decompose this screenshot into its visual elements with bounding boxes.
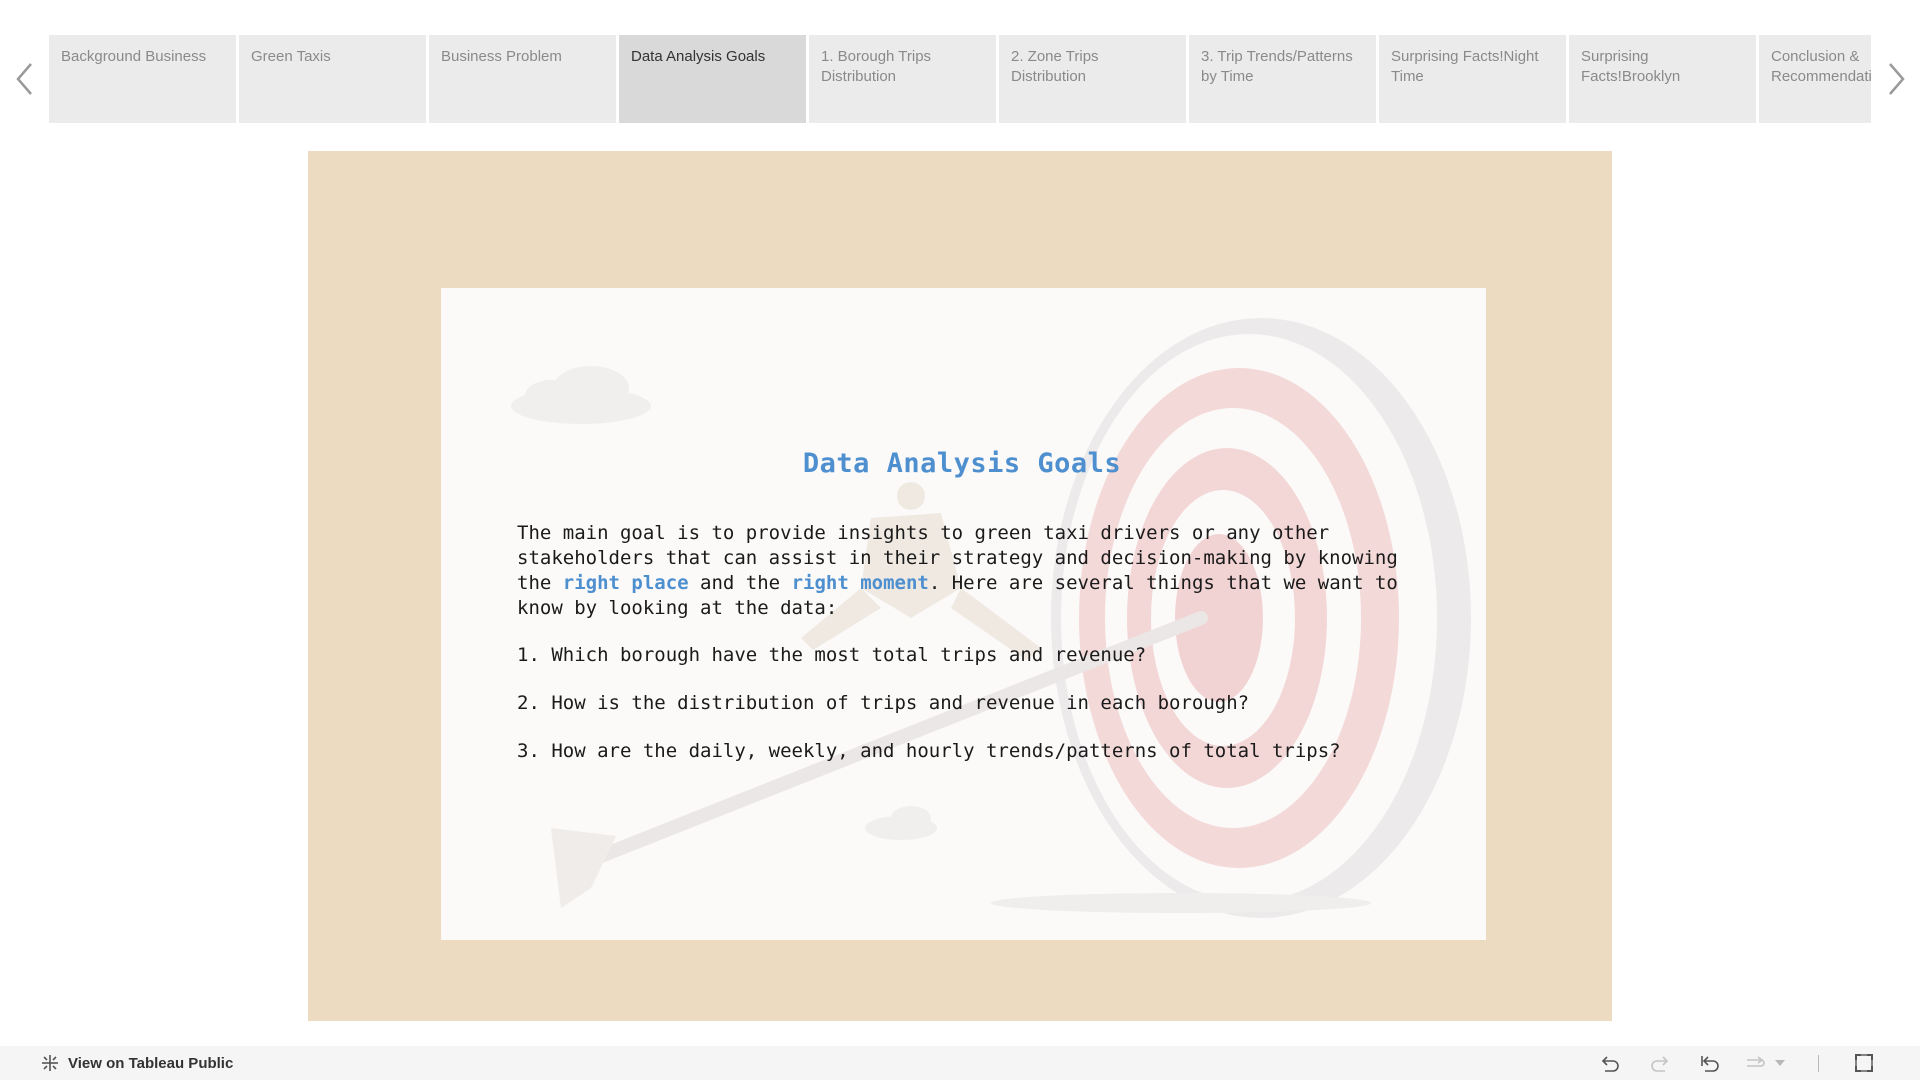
goals-title: Data Analysis Goals [802,448,1122,479]
chevron-right-icon [1888,63,1905,95]
story-tabs: Background Business Green Taxis Business… [49,35,1871,123]
goal-question: 1. Which borough have the most total tri… [517,644,1147,666]
tab-surprising-facts-night-time[interactable]: Surprising Facts!Night Time [1379,35,1566,123]
undo-button[interactable] [1596,1051,1624,1075]
toolbar-divider [1818,1055,1819,1072]
tab-label: Surprising Facts!Brooklyn [1581,48,1681,85]
chevron-left-icon [15,63,32,95]
tab-surprising-facts-brooklyn[interactable]: Surprising Facts!Brooklyn [1569,35,1756,123]
story-point-dashboard: Data Analysis Goals The main goal is to … [308,151,1612,1021]
tableau-toolbar: View on Tableau Public [0,1046,1920,1080]
tab-label: Conclusion & Recommendations [1771,48,1871,85]
pause-icon [1747,1056,1765,1067]
highlight-right-place: right place [562,572,689,594]
next-story-point-button[interactable] [1871,35,1920,123]
intro-text: and the [688,572,792,594]
dropdown-icon [1775,1060,1785,1066]
redo-button[interactable] [1646,1051,1674,1075]
revert-icon [1701,1056,1719,1072]
view-on-tableau-public-link[interactable]: View on Tableau Public [40,1052,233,1074]
tableau-logo-icon [42,1055,58,1071]
tab-label: Green Taxis [251,48,331,65]
revert-button[interactable] [1696,1051,1724,1075]
more-options-dropdown[interactable] [1772,1051,1788,1075]
view-link-label: View on Tableau Public [68,1054,234,1072]
goals-card: Data Analysis Goals The main goal is to … [441,288,1486,940]
tab-data-analysis-goals[interactable]: Data Analysis Goals [619,35,806,123]
previous-story-point-button[interactable] [0,35,49,123]
undo-icon [1601,1056,1619,1072]
redo-icon [1651,1056,1669,1072]
fullscreen-button[interactable] [1850,1051,1878,1075]
tab-background-business[interactable]: Background Business [49,35,236,123]
goals-content: Data Analysis Goals The main goal is to … [517,448,1417,787]
tab-conclusion-recommendations[interactable]: Conclusion & Recommendations [1759,35,1871,123]
tab-label: 3. Trip Trends/Patterns by Time [1201,48,1353,85]
tab-green-taxis[interactable]: Green Taxis [239,35,426,123]
tab-business-problem[interactable]: Business Problem [429,35,616,123]
tab-zone-trips-distribution[interactable]: 2. Zone Trips Distribution [999,35,1186,123]
tab-label: 1. Borough Trips Distribution [821,48,932,85]
tab-label: Surprising Facts!Night Time [1391,48,1539,85]
goals-intro: The main goal is to provide insights to … [517,521,1417,621]
tab-trip-trends-by-time[interactable]: 3. Trip Trends/Patterns by Time [1189,35,1376,123]
story-navigator: Background Business Green Taxis Business… [0,35,1920,123]
tab-label: Business Problem [441,48,562,65]
tab-label: Background Business [61,48,207,65]
tab-label: 2. Zone Trips Distribution [1011,48,1099,85]
fullscreen-icon [1855,1054,1873,1072]
tab-label: Data Analysis Goals [631,48,766,65]
highlight-right-moment: right moment [791,572,929,594]
pause-updates-button[interactable] [1742,1051,1770,1075]
tab-borough-trips-distribution[interactable]: 1. Borough Trips Distribution [809,35,996,123]
goal-question: 3. How are the daily, weekly, and hourly… [517,740,1341,762]
goal-question: 2. How is the distribution of trips and … [517,692,1250,714]
